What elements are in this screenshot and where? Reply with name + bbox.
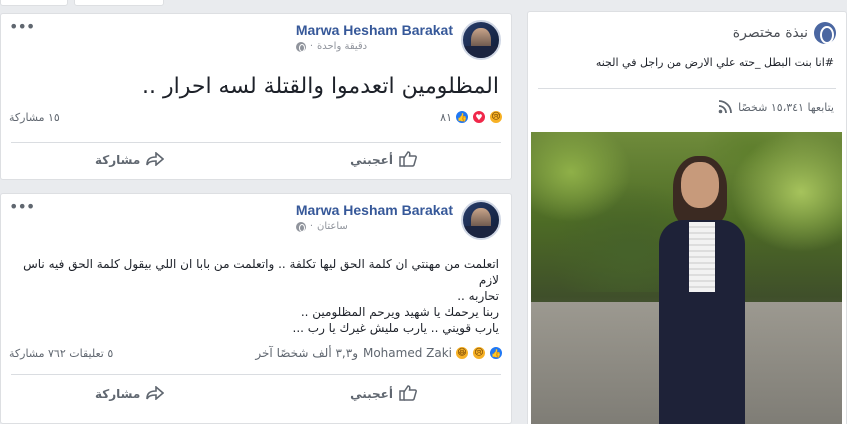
divider (538, 88, 836, 89)
haha-reaction-icon: 😆 (455, 346, 469, 360)
post-text: المظلومين اتعدموا والقتلة لسه احرار .. (141, 74, 499, 99)
comments-shares-count[interactable]: ٥ تعليقات ٧٦٢ مشاركة (9, 347, 113, 360)
post-line: تحاربه .. (457, 289, 499, 303)
like-button[interactable]: أعجبني (266, 150, 501, 170)
like-button[interactable]: أعجبني (266, 384, 501, 404)
post-header: Marwa Hesham Barakat دقيقة واحدة · (295, 20, 501, 60)
rss-icon (718, 100, 733, 114)
author-name[interactable]: Marwa Hesham Barakat (296, 202, 453, 218)
reactor-others: و٣,٣ ألف شخصًا آخر (255, 346, 358, 360)
top-tab-right[interactable] (74, 0, 164, 6)
person-figure (651, 156, 751, 424)
post-card-1: ••• Marwa Hesham Barakat دقيقة واحدة · ا… (0, 13, 512, 180)
top-tab-left[interactable] (0, 0, 68, 6)
post-line: يارب قويني .. يارب مليش غيرك يا رب ... (292, 321, 499, 335)
more-options-icon[interactable]: ••• (9, 19, 35, 35)
sad-reaction-icon: 😢 (489, 110, 503, 124)
post-header: Marwa Hesham Barakat ساعتان · (295, 200, 501, 240)
like-thumb-icon (399, 384, 417, 404)
followers-row[interactable]: يتابعها ١٥،٣٤١ شخصًا (718, 100, 834, 114)
post-line: ربنا يرحمك يا شهيد ويرحم المظلومين .. (300, 305, 499, 319)
globe-icon (814, 22, 836, 44)
like-reaction-icon: 👍 (489, 346, 503, 360)
reactor-name: Mohamed Zaki (362, 346, 452, 360)
featured-photo[interactable] (531, 132, 842, 424)
divider (11, 142, 501, 143)
author-name[interactable]: Marwa Hesham Barakat (296, 22, 453, 38)
globe-icon (295, 221, 306, 232)
post-stats: ١٥ مشاركة ٨١ 👍 ♥ 😢 (9, 110, 503, 124)
intro-title: نبذة مختصرة (732, 25, 808, 41)
sad-reaction-icon: 😢 (472, 346, 486, 360)
post-time[interactable]: ساعتان (317, 221, 348, 232)
post-card-2: ••• Marwa Hesham Barakat ساعتان · اتعلمت… (0, 193, 512, 424)
post-actions: مشاركة أعجبني (11, 379, 501, 409)
avatar[interactable] (461, 20, 501, 60)
share-arrow-icon (146, 384, 165, 403)
reaction-count: ٨١ (440, 110, 452, 124)
intro-card: نبذة مختصرة #انا بنت البطل _حته علي الار… (527, 11, 847, 424)
reactions-summary[interactable]: ٨١ 👍 ♥ 😢 (437, 110, 503, 124)
post-actions: مشاركة أعجبني (11, 145, 501, 175)
like-thumb-icon (399, 150, 417, 170)
top-strip (0, 0, 512, 6)
post-line: اتعلمت من مهنتي ان كلمة الحق ليها تكلفة … (23, 257, 499, 287)
love-reaction-icon: ♥ (472, 110, 486, 124)
like-reaction-icon: 👍 (455, 110, 469, 124)
post-stats: ٥ تعليقات ٧٦٢ مشاركة و٣,٣ ألف شخصًا آخر … (9, 346, 503, 360)
reactions-summary[interactable]: و٣,٣ ألف شخصًا آخر Mohamed Zaki 😆 😢 👍 (251, 346, 503, 360)
more-options-icon[interactable]: ••• (9, 199, 35, 215)
followers-count: يتابعها ١٥،٣٤١ شخصًا (738, 100, 834, 114)
globe-icon (295, 41, 306, 52)
share-button[interactable]: مشاركة (11, 150, 248, 169)
intro-bio: #انا بنت البطل _حته علي الارض من راجل في… (595, 56, 834, 69)
post-text: اتعلمت من مهنتي ان كلمة الحق ليها تكلفة … (13, 256, 499, 336)
share-button[interactable]: مشاركة (11, 384, 248, 403)
share-count[interactable]: ١٥ مشاركة (9, 111, 60, 124)
post-time[interactable]: دقيقة واحدة (317, 41, 367, 52)
divider (11, 374, 501, 375)
share-arrow-icon (146, 150, 165, 169)
avatar[interactable] (461, 200, 501, 240)
intro-header: نبذة مختصرة (733, 22, 836, 44)
